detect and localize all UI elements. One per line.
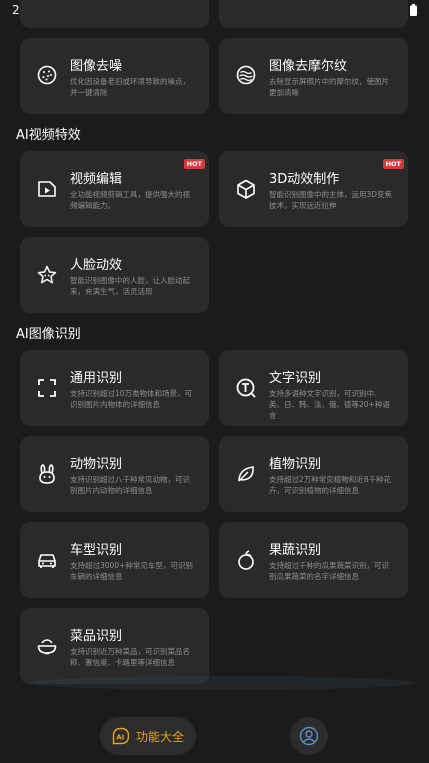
recog-title: 菜品识别 [70, 629, 123, 644]
recog-desc: 支持超过千种的瓜果蔬菜识别，可识别瓜果蔬菜的名字详细信息 [269, 561, 389, 581]
battery-icon [410, 4, 417, 16]
recog-card-car[interactable]: 车型识别 支持超过3000+种常见车型，可识别车辆的详细信息 [20, 522, 209, 598]
recog-desc: 支持超过3000+种常见车型，可识别车辆的详细信息 [70, 561, 193, 581]
ai-icon: AI [112, 727, 130, 745]
video-desc: 智能识别图像中的主体，运用3D变焦技术，实现远近拉伸 [269, 190, 393, 210]
recog-card-plant[interactable]: 植物识别 支持超过2万种常见植物和近8千种花卉，可识别植物的详细信息 [219, 436, 408, 512]
features-button[interactable]: AI 功能大全 [100, 717, 196, 755]
recog-title: 植物识别 [269, 457, 322, 472]
recog-title: 果蔬识别 [269, 543, 322, 558]
video-title: 视频编辑 [70, 172, 123, 187]
profile-icon [299, 726, 319, 746]
recog-card-general[interactable]: 通用识别 支持识别超过10万类物体和场景，可识别图片内物体的详细信息 [20, 350, 209, 426]
scan-icon [38, 379, 56, 397]
leaf-icon [238, 466, 254, 482]
recog-card-text[interactable]: 文字识别 支持多语种文字识别，可识别中、英、日、韩、法、俄、德等20+种语言 [219, 350, 408, 426]
hot-badge: HOT [382, 159, 404, 169]
tool-card-moire[interactable]: 图像去摩尔纹 去除显示屏照片中的摩尔纹，使图片更加清晰 [219, 38, 408, 114]
cube-icon [237, 179, 255, 199]
recog-title: 车型识别 [70, 543, 123, 558]
fruit-icon [238, 550, 254, 570]
recog-title: 通用识别 [70, 371, 123, 386]
video-card-3d[interactable]: HOT 3D动效制作 智能识别图像中的主体，运用3D变焦技术，实现远近拉伸 [219, 151, 408, 227]
tool-desc: 去除显示屏照片中的摩尔纹，使图片更加清晰 [269, 77, 389, 97]
car-icon [38, 554, 56, 568]
video-title: 3D动效制作 [269, 172, 340, 187]
dish-icon [37, 639, 57, 655]
recog-desc: 支持超过2万种常见植物和近8千种花卉，可识别植物的详细信息 [269, 475, 392, 495]
recog-card-animal[interactable]: 动物识别 支持识别超过八千种常见动物，可识别图片内动物的详细信息 [20, 436, 209, 512]
recog-card-fruit[interactable]: 果蔬识别 支持超过千种的瓜果蔬菜识别，可识别瓜果蔬菜的名字详细信息 [219, 522, 408, 598]
recog-desc: 支持识别超过八千种常见动物，可识别图片内动物的详细信息 [70, 475, 190, 495]
moire-icon [236, 65, 256, 85]
video-card-edit[interactable]: HOT 视频编辑 全功能视频剪辑工具，提供强大的视频编辑能力。 [20, 151, 209, 227]
video-desc: 智能识别图像中的人脸，让人脸动起来，充满生气，活灵活现 [70, 276, 190, 296]
section-title-video: AI视频特效 [16, 128, 81, 143]
bottom-glow [30, 676, 416, 690]
bottom-nav [0, 700, 429, 763]
denoise-icon [37, 65, 57, 85]
rabbit-icon [39, 464, 55, 484]
partial-card-right[interactable] [219, 0, 408, 28]
text-icon [236, 378, 256, 398]
recog-desc: 支持识别超过10万类物体和场景，可识别图片内物体的详细信息 [70, 389, 193, 409]
video-card-face[interactable]: 人脸动效 智能识别图像中的人脸，让人脸动起来，充满生气，活灵活现 [20, 237, 209, 313]
recog-card-dish[interactable]: 菜品识别 支持识别近万种菜品，可识别菜品名称、置信度、卡路里等详细信息 [20, 608, 209, 684]
recog-desc: 支持识别近万种菜品，可识别菜品名称、置信度、卡路里等详细信息 [70, 647, 190, 667]
face-star-icon [37, 265, 57, 284]
tool-title: 图像去摩尔纹 [269, 59, 348, 74]
video-title: 人脸动效 [70, 258, 123, 273]
recog-desc: 支持多语种文字识别，可识别中、英、日、韩、法、俄、德等20+种语言 [269, 389, 390, 420]
profile-button[interactable] [290, 717, 328, 755]
tool-card-denoise[interactable]: 图像去噪 优化因设备老旧或环境导致的噪点，并一键清除 [20, 38, 209, 114]
video-edit-icon [38, 181, 56, 197]
recog-title: 动物识别 [70, 457, 123, 472]
video-desc: 全功能视频剪辑工具，提供强大的视频编辑能力。 [70, 190, 190, 210]
features-label: 功能大全 [135, 729, 184, 744]
partial-card-left[interactable] [20, 0, 209, 28]
tool-desc: 优化因设备老旧或环境导致的噪点，并一键清除 [70, 77, 190, 97]
tool-title: 图像去噪 [70, 59, 123, 74]
recog-title: 文字识别 [269, 371, 322, 386]
svg-text:AI: AI [116, 733, 124, 741]
hot-badge: HOT [183, 159, 205, 169]
section-title-recognition: AI图像识别 [16, 327, 81, 342]
